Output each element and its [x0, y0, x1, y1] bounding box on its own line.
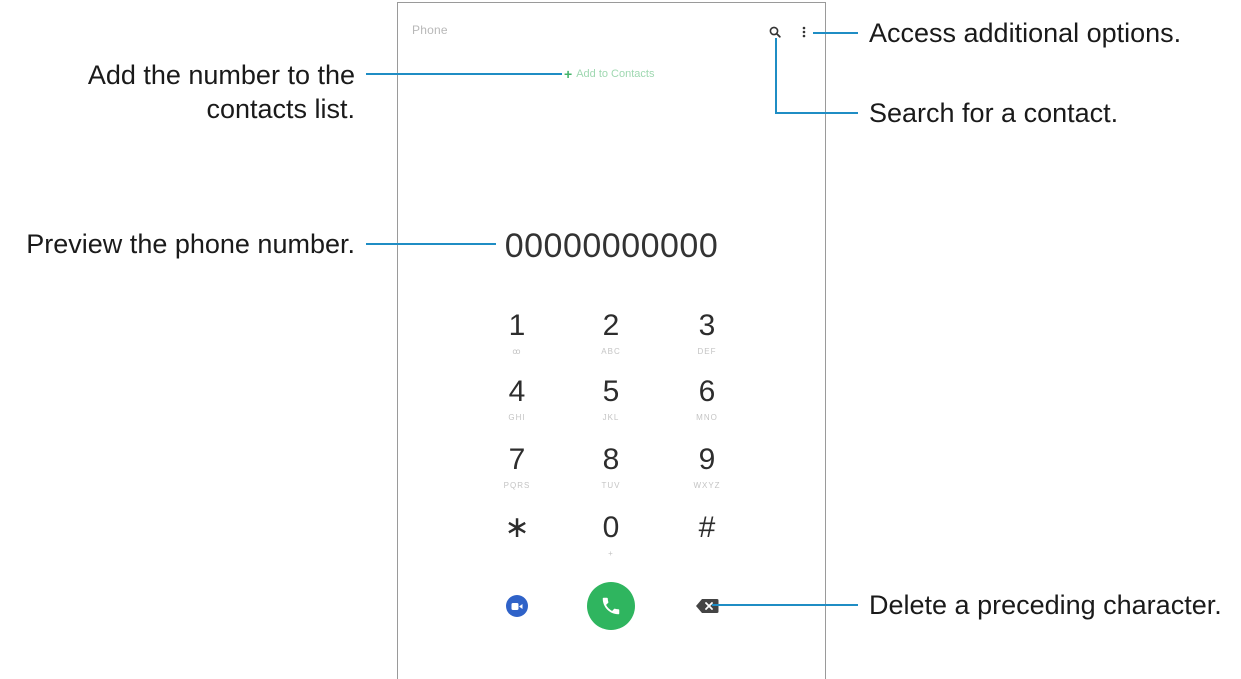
call-button[interactable] — [587, 582, 635, 630]
key-letters: MNO — [696, 413, 718, 422]
key-digit: ∗ — [504, 511, 530, 544]
callout-line-delete — [712, 604, 858, 606]
callout-add-contact: Add the number to the contacts list. — [87, 60, 355, 124]
keypad-key-0[interactable]: 0 + — [576, 511, 646, 571]
more-options-icon[interactable] — [796, 23, 812, 41]
key-letters: GHI — [508, 413, 526, 422]
callout-delete: Delete a preceding character. — [869, 590, 1222, 620]
key-digit: 5 — [602, 375, 620, 408]
add-to-contacts-button[interactable]: + Add to Contacts — [564, 67, 654, 81]
key-digit: 6 — [698, 375, 716, 408]
voicemail-icon: ꝏ — [512, 347, 522, 356]
keypad-key-6[interactable]: 6 MNO — [672, 375, 742, 435]
key-digit: 1 — [508, 309, 526, 342]
key-letters: + — [608, 549, 614, 558]
callout-vline-search — [775, 38, 777, 113]
phone-number-display: 00000000000 — [504, 227, 719, 265]
key-letters: TUV — [601, 481, 621, 490]
keypad-key-2[interactable]: 2 ABC — [576, 309, 646, 369]
key-letters: PQRS — [503, 481, 531, 490]
callout-line-preview — [366, 243, 496, 245]
key-letters: JKL — [602, 413, 620, 422]
app-title: Phone — [412, 23, 448, 37]
callout-line-options — [813, 32, 858, 34]
key-letters: DEF — [697, 347, 717, 356]
key-digit: 4 — [508, 375, 526, 408]
video-call-icon — [511, 602, 523, 610]
plus-icon: + — [564, 66, 573, 82]
keypad-key-5[interactable]: 5 JKL — [576, 375, 646, 435]
keypad-key-7[interactable]: 7 PQRS — [482, 443, 552, 503]
key-letters: WXYZ — [693, 481, 721, 490]
key-digit: 2 — [602, 309, 620, 342]
keypad-key-4[interactable]: 4 GHI — [482, 375, 552, 435]
key-digit: 0 — [602, 511, 620, 544]
annotated-screenshot: Phone + Add to Contacts 00000000000 1 ꝏ — [0, 0, 1241, 679]
keypad-key-1[interactable]: 1 ꝏ — [482, 309, 552, 369]
keypad-key-8[interactable]: 8 TUV — [576, 443, 646, 503]
phone-call-icon — [602, 597, 620, 615]
backspace-button[interactable] — [695, 598, 719, 614]
callout-options: Access additional options. — [869, 18, 1182, 48]
callout-preview: Preview the phone number. — [26, 229, 355, 259]
key-digit: 9 — [698, 443, 716, 476]
callout-search: Search for a contact. — [869, 98, 1119, 128]
keypad-key-9[interactable]: 9 WXYZ — [672, 443, 742, 503]
backspace-icon — [696, 599, 719, 613]
keypad-key-hash[interactable]: # — [672, 511, 742, 571]
key-letters: ABC — [601, 347, 621, 356]
callout-line-add-contact — [366, 73, 562, 75]
video-call-button[interactable] — [506, 595, 528, 617]
keypad-key-3[interactable]: 3 DEF — [672, 309, 742, 369]
add-to-contacts-label: Add to Contacts — [576, 68, 655, 80]
keypad-key-star[interactable]: ∗ — [482, 511, 552, 571]
key-digit: 7 — [508, 443, 526, 476]
key-digit: 3 — [698, 309, 716, 342]
phone-screen: Phone + Add to Contacts 00000000000 1 ꝏ — [397, 2, 826, 679]
key-digit: 8 — [602, 443, 620, 476]
key-digit: # — [698, 511, 716, 544]
callout-line-search — [775, 112, 858, 114]
